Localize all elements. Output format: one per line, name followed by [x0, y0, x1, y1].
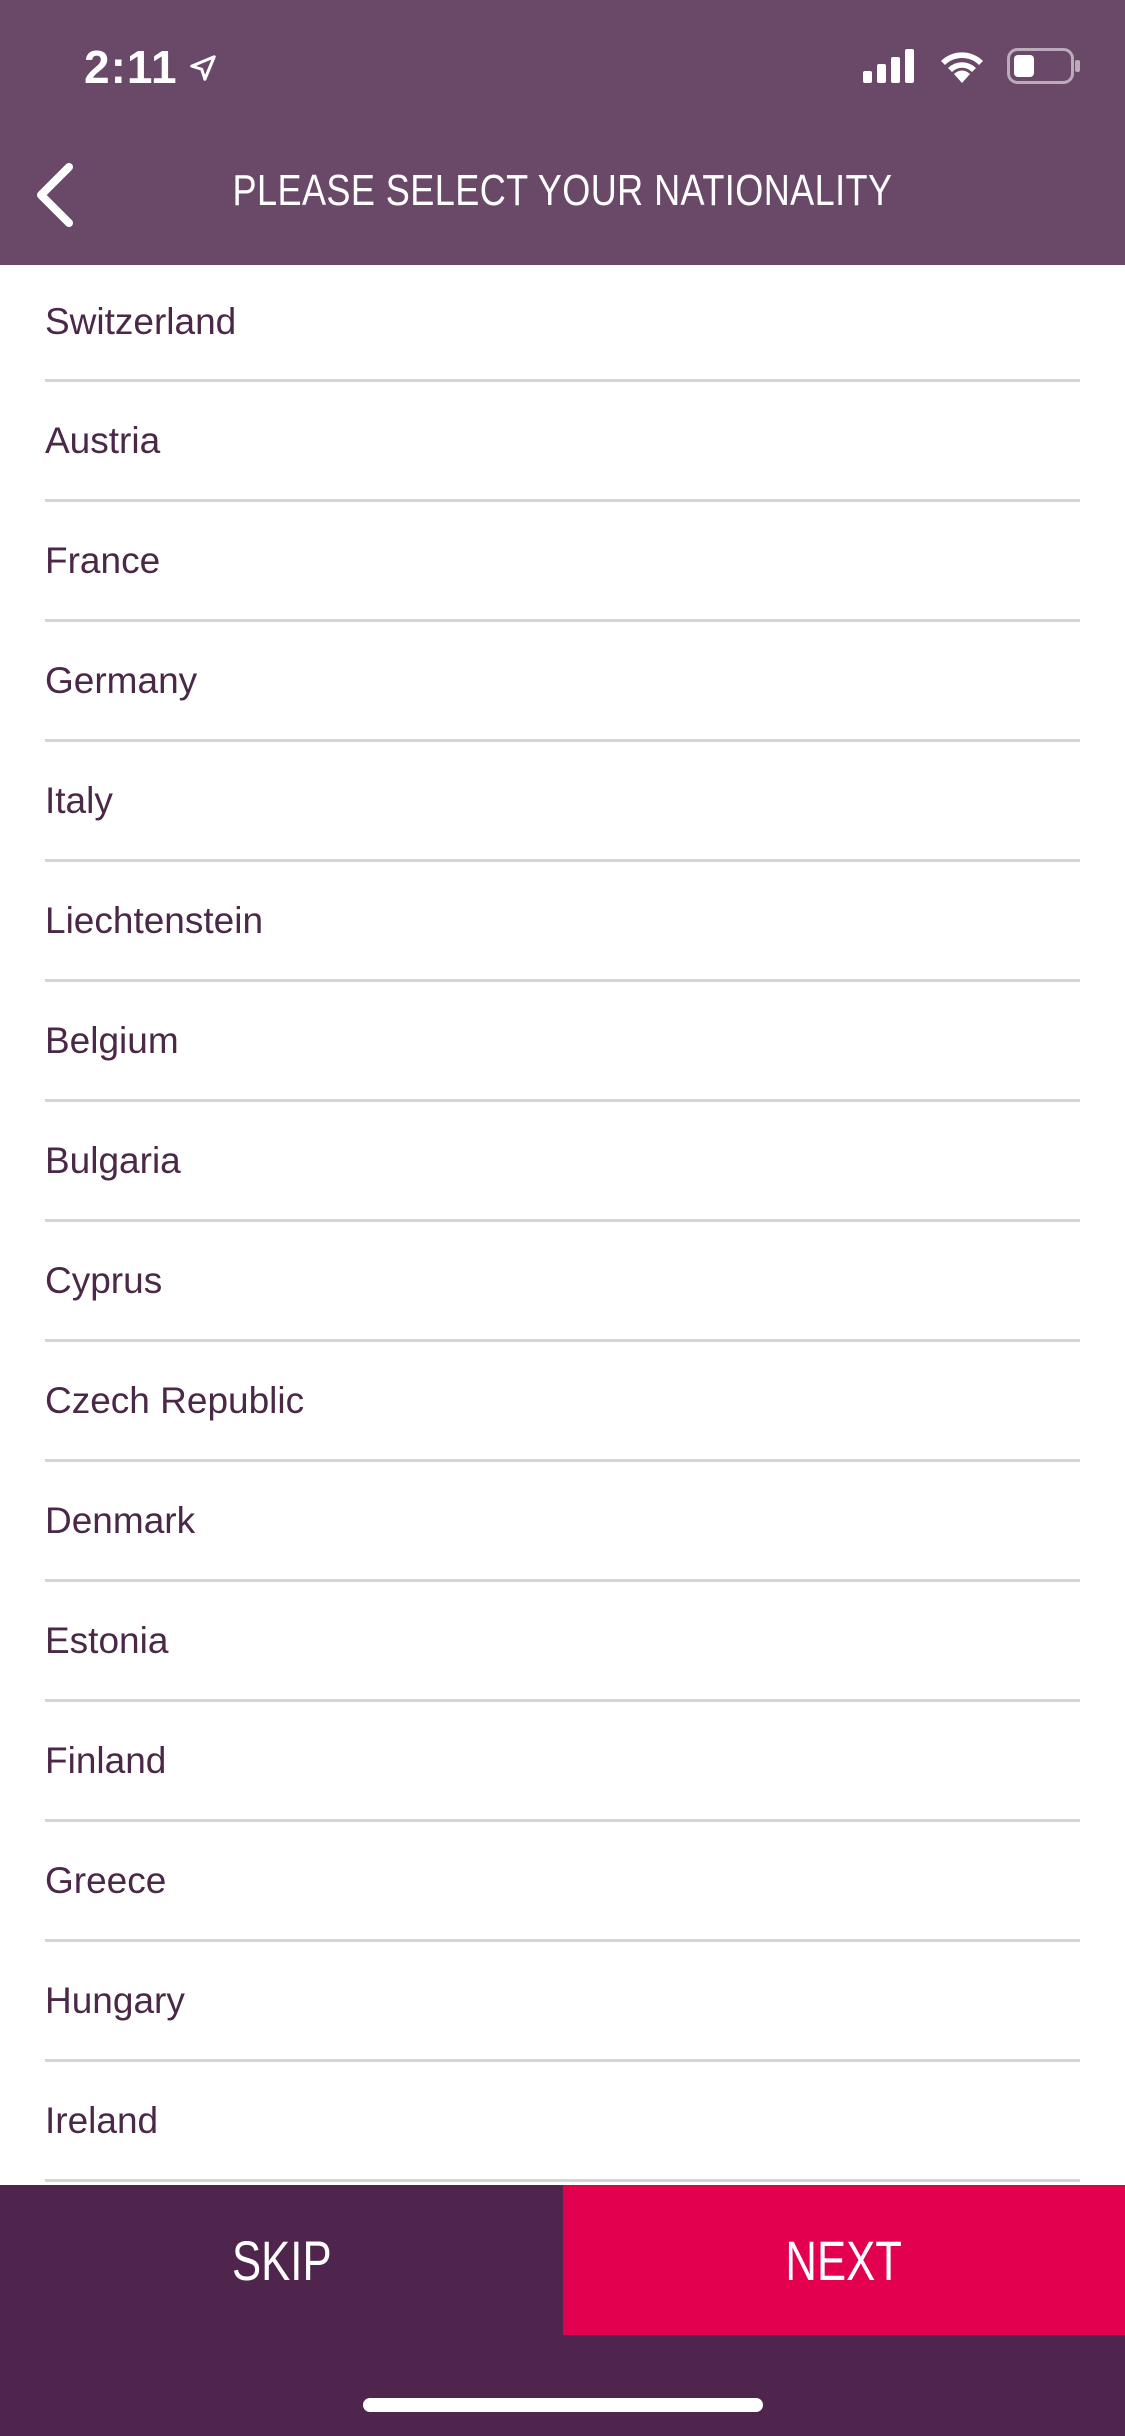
list-item[interactable]: Estonia — [45, 1582, 1080, 1702]
location-arrow-icon — [188, 40, 218, 94]
list-item[interactable]: Switzerland — [45, 265, 1080, 382]
country-label: Cyprus — [45, 1259, 163, 1301]
list-item[interactable]: Czech Republic — [45, 1342, 1080, 1462]
nav-bar: PLEASE SELECT YOUR NATIONALITY — [0, 132, 1125, 265]
status-time-group: 2:11 — [84, 40, 218, 94]
country-label: Germany — [45, 659, 198, 701]
list-item[interactable]: Bulgaria — [45, 1102, 1080, 1222]
country-label: Finland — [45, 1739, 167, 1781]
country-label: Czech Republic — [45, 1379, 305, 1421]
list-item[interactable]: Denmark — [45, 1462, 1080, 1582]
country-label: Hungary — [45, 1979, 185, 2021]
skip-label: SKIP — [231, 2228, 332, 2292]
country-label: Belgium — [45, 1019, 179, 1061]
country-label: Greece — [45, 1859, 167, 1901]
country-label: Bulgaria — [45, 1139, 181, 1181]
next-button[interactable]: NEXT — [563, 2185, 1125, 2335]
list-item[interactable]: France — [45, 502, 1080, 622]
list-item[interactable]: Finland — [45, 1702, 1080, 1822]
status-icons — [863, 48, 1081, 89]
skip-button[interactable]: SKIP — [0, 2185, 563, 2335]
country-label: Switzerland — [45, 301, 237, 342]
country-label: Estonia — [45, 1619, 169, 1661]
wifi-icon — [939, 49, 985, 88]
list-item[interactable]: Germany — [45, 622, 1080, 742]
header: 2:11 PLEASE SELECT YOUR NATIONALITY — [0, 0, 1125, 265]
status-bar: 2:11 — [0, 0, 1125, 132]
list-item[interactable]: Ireland — [45, 2062, 1080, 2182]
list-item[interactable]: Greece — [45, 1822, 1080, 1942]
list-item[interactable]: Italy — [45, 742, 1080, 862]
status-time: 2:11 — [84, 41, 178, 93]
home-indicator[interactable] — [363, 2398, 763, 2412]
next-label: NEXT — [785, 2228, 903, 2292]
battery-icon — [1007, 48, 1081, 89]
country-label: France — [45, 539, 161, 581]
list-item[interactable]: Cyprus — [45, 1222, 1080, 1342]
country-label: Denmark — [45, 1499, 196, 1541]
page-title: PLEASE SELECT YOUR NATIONALITY — [232, 166, 893, 215]
country-list[interactable]: Switzerland Austria France Germany Italy… — [0, 265, 1125, 2185]
list-item[interactable]: Liechtenstein — [45, 862, 1080, 982]
cellular-signal-icon — [863, 49, 917, 88]
country-label: Austria — [45, 419, 161, 461]
country-label: Ireland — [45, 2099, 159, 2141]
country-label: Italy — [45, 779, 113, 821]
nationality-screen: 2:11 PLEASE SELECT YOUR NATIONALITY Swit… — [0, 0, 1125, 2436]
list-item[interactable]: Austria — [45, 382, 1080, 502]
country-label: Liechtenstein — [45, 899, 264, 941]
chevron-left-icon — [33, 162, 77, 232]
list-item[interactable]: Belgium — [45, 982, 1080, 1102]
list-item[interactable]: Hungary — [45, 1942, 1080, 2062]
back-button[interactable] — [10, 152, 100, 242]
